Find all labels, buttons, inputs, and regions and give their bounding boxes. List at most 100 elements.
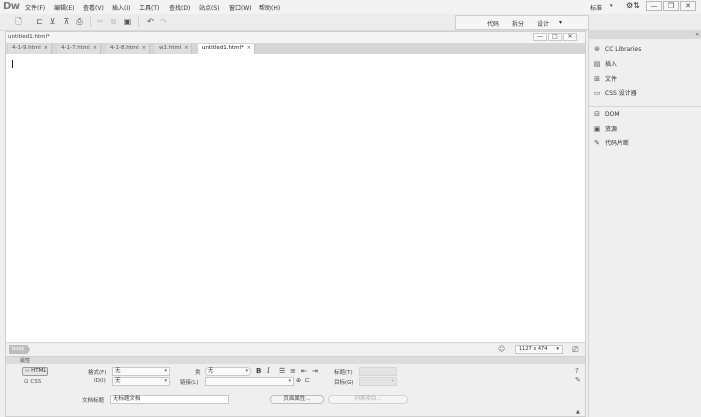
- html-mode-button[interactable]: ‹› HTML: [22, 367, 48, 376]
- close-icon[interactable]: ×: [93, 45, 97, 51]
- bold-icon[interactable]: B: [256, 367, 261, 376]
- format-select[interactable]: 无 ▾: [112, 367, 170, 376]
- list-item-button[interactable]: 列表项目...: [328, 395, 408, 404]
- collapse-dock-icon[interactable]: »: [695, 31, 699, 38]
- live-preview-icon[interactable]: ⎚: [572, 345, 578, 355]
- indent-icon[interactable]: ⇥: [312, 367, 318, 376]
- menu-insert[interactable]: 插入(I): [112, 3, 130, 12]
- window-size-select[interactable]: 1127 x 474 ▾: [515, 345, 563, 354]
- page-properties-button[interactable]: 页面属性...: [270, 395, 324, 404]
- doc-tab[interactable]: 4-1-8.html ×: [106, 44, 150, 54]
- close-icon[interactable]: ×: [184, 45, 188, 51]
- assets-icon: ▣: [593, 125, 601, 133]
- split-view-button[interactable]: 拆分: [512, 19, 524, 28]
- properties-title: 属性: [20, 358, 31, 364]
- properties-header: 属性: [6, 357, 585, 364]
- design-view-button[interactable]: 设计: [537, 19, 549, 28]
- browse-folder-icon[interactable]: ⊏: [305, 376, 310, 385]
- id-value: 无: [115, 378, 121, 384]
- link-label: 链接(L): [180, 380, 199, 386]
- ordered-list-icon[interactable]: ≡: [290, 367, 296, 376]
- panel-dock-header: »: [589, 31, 701, 39]
- undo-icon[interactable]: ↶: [145, 17, 156, 27]
- help-icon[interactable]: ?: [575, 367, 579, 375]
- chevron-down-icon: ▾: [164, 378, 167, 384]
- menu-window[interactable]: 窗口(W): [229, 3, 252, 12]
- code-icon: ‹›: [25, 368, 30, 374]
- css-mode-button[interactable]: ⊡ CSS: [24, 379, 41, 385]
- doc-tab[interactable]: 4-1-7.html ×: [57, 44, 101, 54]
- panel-label: 资源: [605, 126, 618, 133]
- close-icon[interactable]: ×: [247, 45, 251, 51]
- minimize-button[interactable]: —: [646, 1, 662, 11]
- menu-file[interactable]: 文件(F): [25, 3, 45, 12]
- close-icon[interactable]: ×: [44, 45, 48, 51]
- panel-dom[interactable]: ⊟ DOM: [592, 110, 619, 122]
- class-select[interactable]: 无 ▾: [205, 367, 251, 376]
- print-icon[interactable]: ⎙: [74, 17, 85, 27]
- target-select[interactable]: ▾: [359, 377, 397, 386]
- restore-button[interactable]: ❐: [663, 1, 679, 11]
- outdent-icon[interactable]: ⇤: [301, 367, 307, 376]
- chevron-down-icon[interactable]: ▾: [559, 19, 562, 26]
- title-input[interactable]: [359, 367, 397, 376]
- chevron-down-icon[interactable]: ▾: [610, 3, 613, 9]
- workspace-switcher[interactable]: 标准: [590, 3, 602, 12]
- doc-tab[interactable]: w1.html ×: [155, 44, 193, 54]
- new-file-icon[interactable]: 🗋: [13, 17, 24, 27]
- doc-title-input[interactable]: 无标题文档: [110, 395, 229, 404]
- menu-find[interactable]: 查找(D): [169, 3, 190, 12]
- id-select[interactable]: 无 ▾: [112, 377, 170, 386]
- panel-label: CSS 设计器: [605, 90, 637, 97]
- doc-maximize-button[interactable]: □: [548, 33, 562, 41]
- panel-label: 文件: [605, 76, 618, 83]
- menu-edit[interactable]: 编辑(E): [54, 3, 74, 12]
- point-to-file-icon[interactable]: ⊕: [296, 376, 301, 385]
- menu-tools[interactable]: 工具(T): [139, 3, 159, 12]
- italic-icon[interactable]: I: [267, 367, 270, 376]
- code-view-button[interactable]: 代码: [487, 19, 499, 28]
- app-logo: Dw: [3, 1, 20, 12]
- put-icon[interactable]: ⊼: [61, 17, 72, 27]
- design-canvas[interactable]: [6, 54, 585, 342]
- unordered-list-icon[interactable]: ☰: [279, 367, 285, 376]
- close-button[interactable]: ✕: [680, 1, 696, 11]
- panel-label: 插入: [605, 61, 618, 68]
- panel-assets[interactable]: ▣ 资源: [592, 124, 617, 136]
- validation-status-icon[interactable]: ☺: [498, 345, 505, 353]
- doc-tab-active[interactable]: untitled1.html* ×: [198, 44, 255, 54]
- link-input[interactable]: ▾: [205, 377, 294, 386]
- doc-close-button[interactable]: ✕: [563, 33, 577, 41]
- panel-cc-libraries[interactable]: ⊛ CC Libraries: [592, 45, 641, 57]
- get-icon[interactable]: ⊻: [47, 17, 58, 27]
- document-title: untitled1.html*: [8, 34, 50, 40]
- insert-icon: ▤: [593, 60, 601, 68]
- menu-site[interactable]: 站点(S): [199, 3, 220, 12]
- doc-title-label: 文档标题: [82, 398, 105, 404]
- redo-icon[interactable]: ↷: [158, 17, 169, 27]
- toolbar-divider: [138, 17, 139, 27]
- doc-tab[interactable]: 4-1-9.html ×: [8, 44, 52, 54]
- panel-css-designer[interactable]: ▭ CSS 设计器: [592, 88, 637, 100]
- menu-help[interactable]: 帮助(H): [259, 3, 280, 12]
- menu-view[interactable]: 查看(V): [83, 3, 104, 12]
- panel-insert[interactable]: ▤ 插入: [592, 59, 617, 71]
- copy-icon[interactable]: ⧉: [108, 17, 119, 27]
- class-label: 类: [195, 370, 201, 376]
- tag-selector-body[interactable]: body: [9, 345, 31, 354]
- panel-files[interactable]: ⊞ 文件: [592, 74, 617, 86]
- cut-icon[interactable]: ✂: [95, 17, 106, 27]
- doc-minimize-button[interactable]: —: [533, 33, 547, 41]
- paste-icon[interactable]: ▣: [122, 17, 133, 27]
- panel-snippets[interactable]: ✎ 代码片断: [592, 138, 629, 150]
- chevron-down-icon: ▾: [164, 368, 167, 374]
- chevron-down-icon: ▾: [245, 368, 248, 374]
- quick-tag-editor-icon[interactable]: ✎: [575, 376, 581, 384]
- document-window: untitled1.html* — □ ✕ 4-1-9.html × 4-1-7.…: [5, 31, 586, 357]
- css-designer-icon: ▭: [593, 89, 601, 97]
- close-icon[interactable]: ×: [142, 45, 146, 51]
- sync-settings-icon[interactable]: ⚙⇅: [626, 1, 640, 10]
- collapse-panel-icon[interactable]: ▲: [576, 409, 580, 415]
- open-folder-icon[interactable]: ⊏: [34, 17, 45, 27]
- toolbar: 🗋 ⊏ ⊻ ⊼ ⎙ ✂ ⧉ ▣ ↶ ↷ 代码 拆分 设计 ▾: [0, 14, 701, 31]
